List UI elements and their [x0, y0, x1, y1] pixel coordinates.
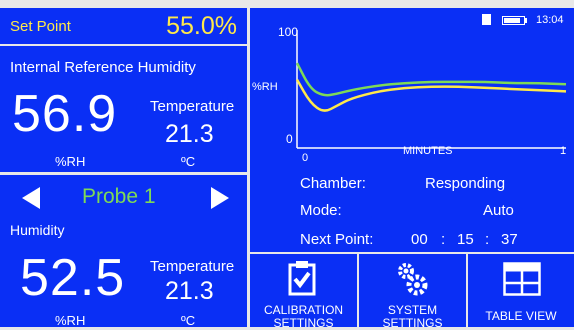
probe-humidity-unit: %RH: [55, 313, 86, 328]
next-point-label: Next Point:: [300, 231, 374, 248]
probe-name: Probe 1: [82, 185, 156, 208]
table-view-label: TABLE VIEW: [485, 309, 557, 323]
reference-title: Internal Reference Humidity: [10, 59, 196, 76]
table-icon: [503, 262, 541, 296]
time-colon-1: :: [441, 231, 446, 248]
system-settings-button[interactable]: SYSTEM SETTINGS: [359, 254, 466, 330]
reference-temp-value: 21.3: [165, 120, 214, 148]
setpoint-bar[interactable]: Set Point 55.0%: [0, 8, 247, 44]
mode-label: Mode:: [300, 202, 342, 219]
system-label-line2: SETTINGS: [382, 316, 443, 330]
calibration-label-line2: SETTINGS: [273, 316, 334, 330]
reference-panel: Internal Reference Humidity 56.9 Tempera…: [0, 46, 247, 172]
clipboard-check-icon: [288, 261, 316, 296]
time-colon-2: :: [485, 231, 490, 248]
calibration-label-line1: CALIBRATION: [263, 303, 344, 317]
probe-next-arrow-icon[interactable]: [211, 187, 229, 209]
setpoint-label: Set Point: [10, 18, 71, 35]
probe-temp-label: Temperature: [150, 258, 235, 275]
mode-value: Auto: [483, 202, 514, 219]
reference-humidity-value: 56.9: [12, 85, 118, 143]
probe-panel: Probe 1 Humidity 52.5 Temperature 21.3 %…: [0, 175, 247, 328]
probe-humidity-value: 52.5: [20, 249, 126, 307]
reference-humidity-unit: %RH: [55, 154, 86, 169]
humidity-chart: [295, 30, 567, 149]
table-view-button[interactable]: TABLE VIEW: [468, 254, 574, 327]
next-point-seconds: 37: [501, 231, 518, 248]
next-point-hours: 00: [411, 231, 428, 248]
next-point-minutes: 15: [457, 231, 474, 248]
setpoint-value: 55.0%: [166, 12, 237, 40]
system-label-line1: SYSTEM: [387, 303, 438, 317]
probe-temp-unit: ºC: [181, 313, 196, 328]
gears-icon: [398, 263, 428, 296]
reference-temp-unit: ºC: [181, 154, 196, 169]
probe-humidity-label: Humidity: [10, 222, 65, 238]
calibration-settings-button[interactable]: CALIBRATION SETTINGS: [250, 254, 357, 330]
chart-panel: 13:04 100 %RH 0 0 MINUTES 1 Chamber: Res…: [250, 8, 574, 252]
probe-prev-arrow-icon[interactable]: [22, 187, 40, 209]
reference-temp-label: Temperature: [150, 98, 235, 115]
chamber-label: Chamber:: [300, 175, 366, 192]
probe-temp-value: 21.3: [165, 277, 214, 305]
chamber-value: Responding: [425, 175, 506, 192]
